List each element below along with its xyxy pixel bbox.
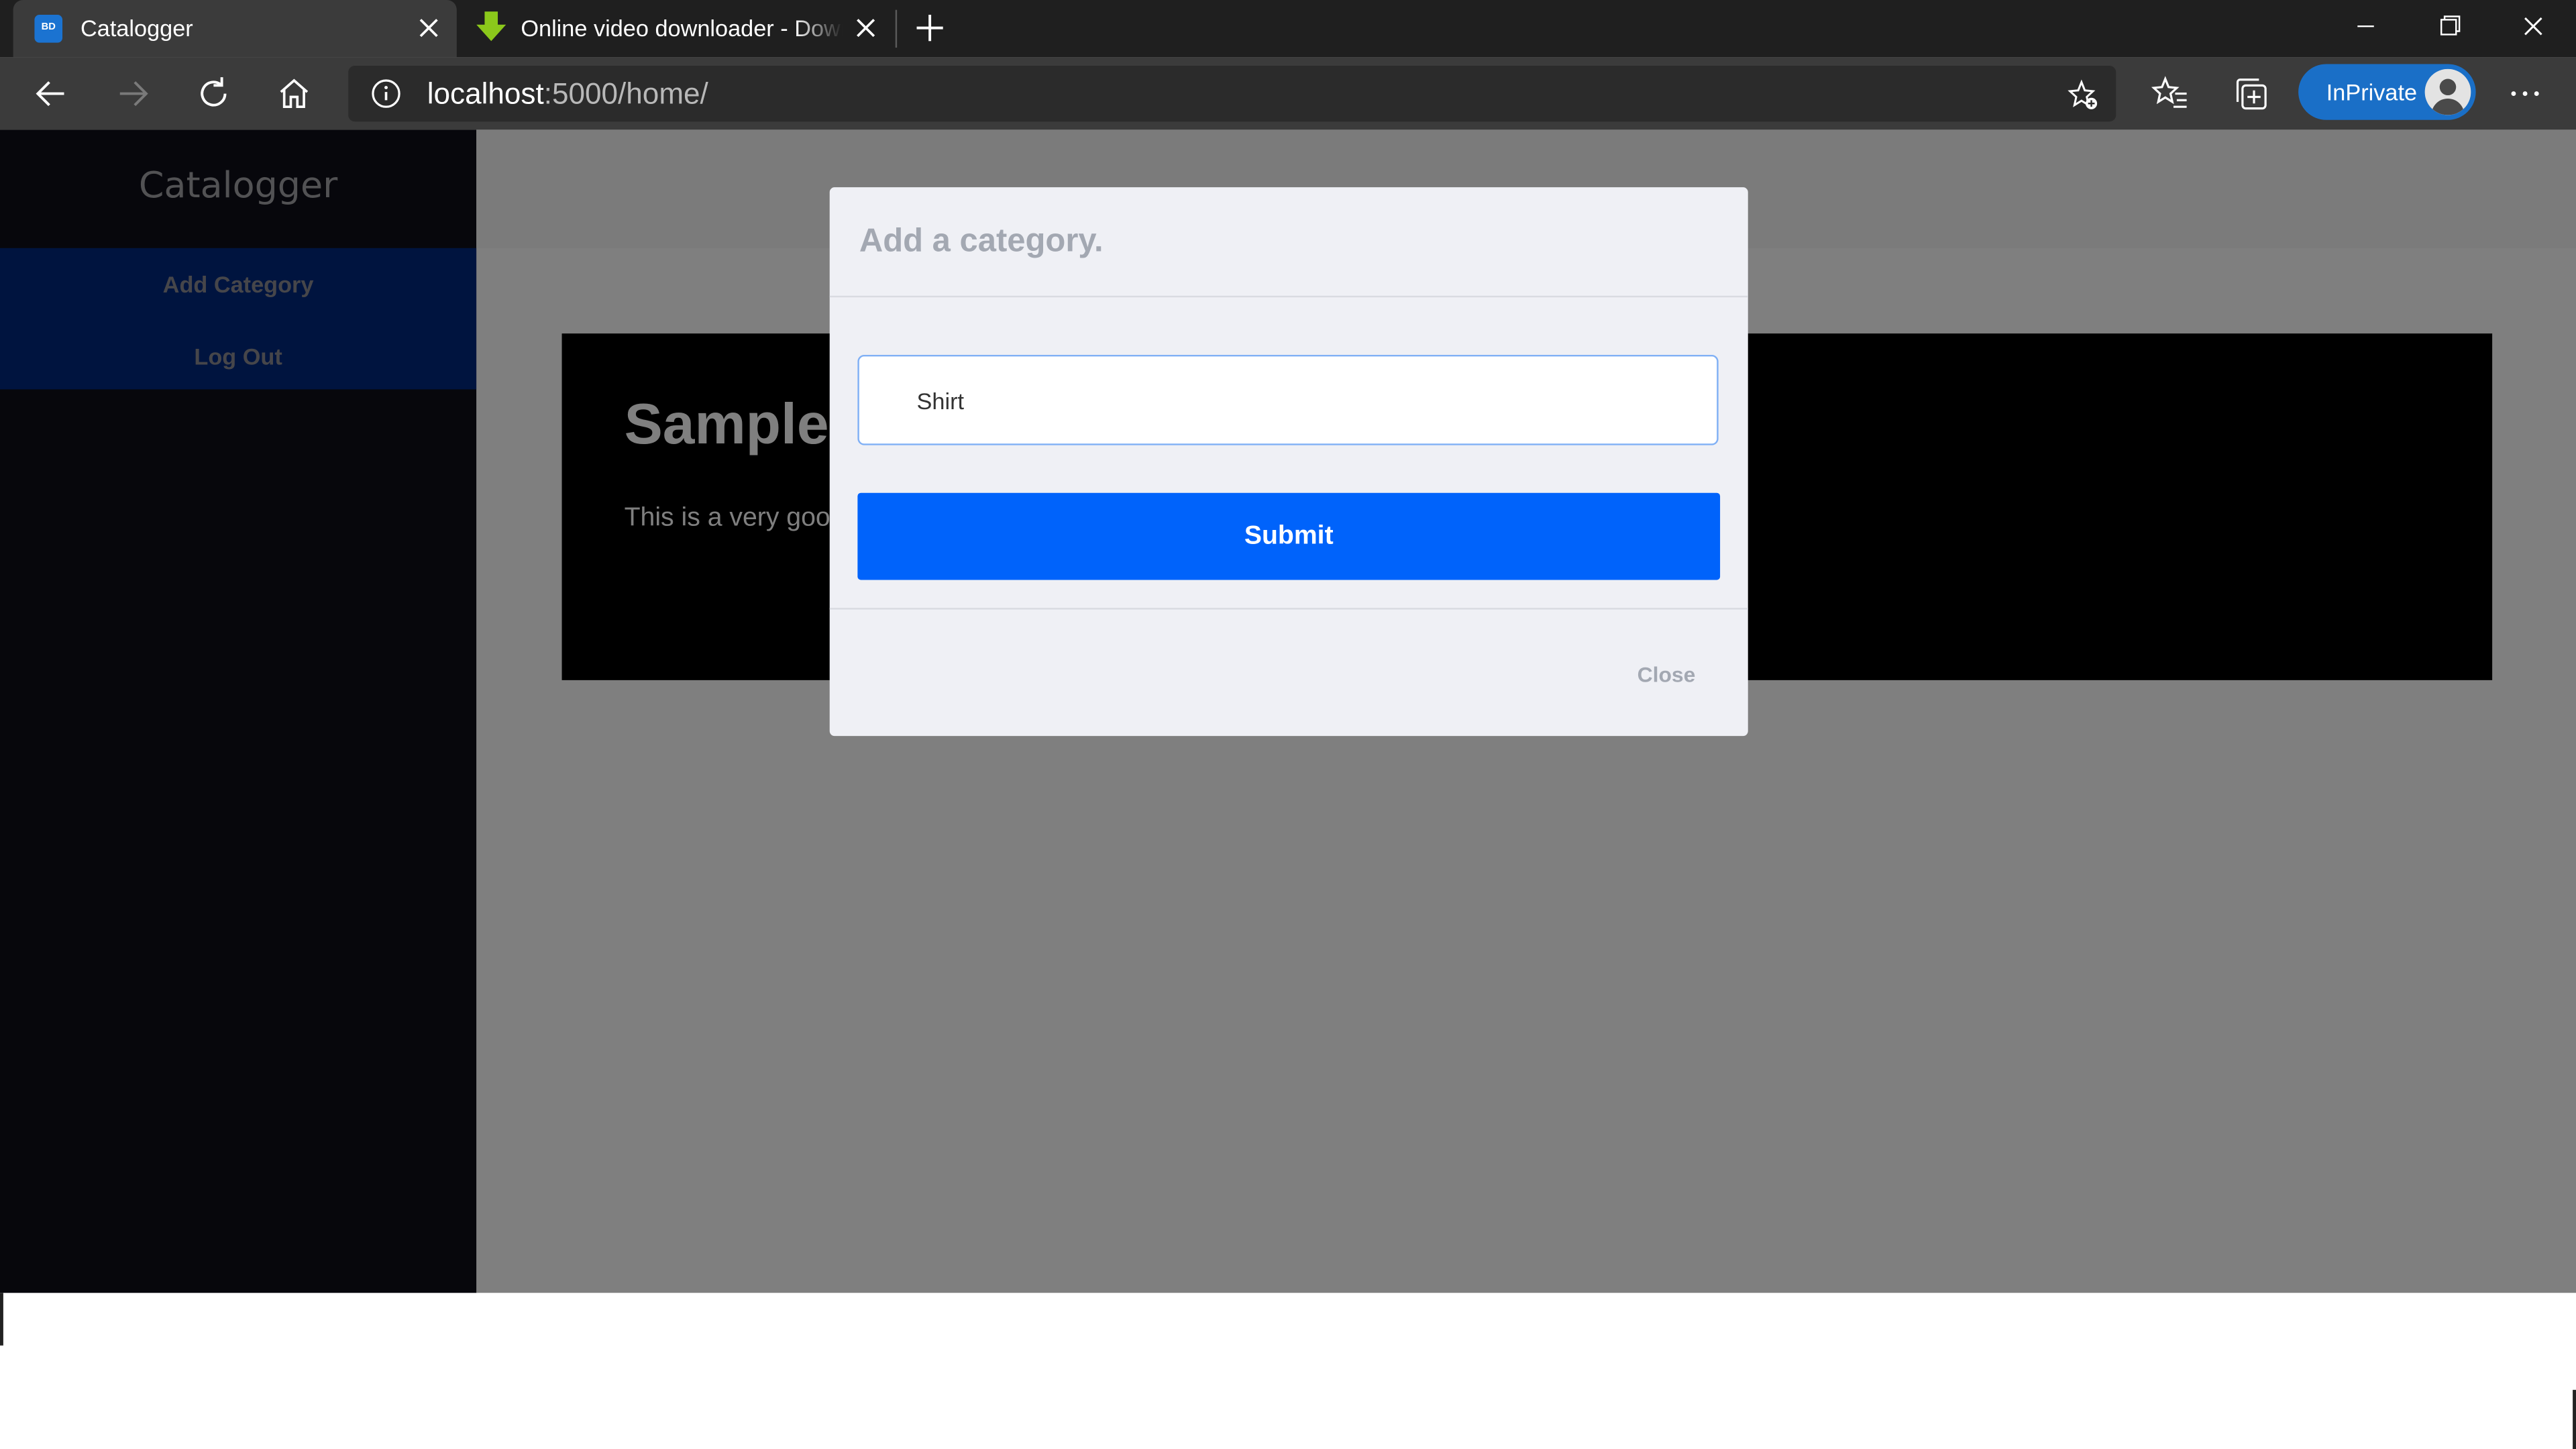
below-page-area	[0, 1293, 2576, 1449]
inprivate-label: InPrivate	[2326, 78, 2418, 105]
new-tab-plus-icon[interactable]	[914, 11, 947, 44]
url-host: localhost	[427, 77, 544, 111]
tab-title: Catalogger	[80, 15, 193, 42]
address-bar[interactable]: localhost:5000/home/	[348, 65, 2116, 122]
minimize-icon[interactable]	[2324, 0, 2406, 54]
download-arrow-icon	[476, 11, 506, 42]
catalogger-favicon-icon: BD	[34, 15, 63, 43]
back-arrow-icon[interactable]	[32, 74, 71, 113]
modal-title: Add a category.	[859, 223, 1104, 260]
url-path: :5000/home/	[543, 77, 708, 111]
forward-arrow-icon[interactable]	[113, 74, 153, 113]
close-tab-icon[interactable]	[851, 13, 881, 43]
url-text[interactable]: localhost:5000/home/	[427, 77, 708, 111]
tab-separator	[895, 9, 898, 48]
restore-icon[interactable]	[2408, 0, 2490, 54]
submit-button[interactable]: Submit	[857, 492, 1721, 580]
refresh-icon[interactable]	[194, 74, 233, 113]
edge-line-left	[0, 1293, 3, 1346]
collections-icon[interactable]	[2231, 74, 2271, 113]
close-tab-icon[interactable]	[414, 13, 443, 43]
inprivate-button[interactable]: InPrivate	[2298, 64, 2476, 120]
tab-video-downloader[interactable]: Online video downloader - Download	[457, 0, 894, 58]
tab-title: Online video downloader - Download	[521, 15, 843, 42]
profile-avatar-icon	[2424, 68, 2471, 115]
close-window-icon[interactable]	[2492, 0, 2574, 54]
edge-line-right	[2573, 1389, 2576, 1449]
home-icon[interactable]	[274, 74, 314, 113]
modal-footer-divider	[829, 608, 1748, 610]
close-button[interactable]: Close	[1638, 662, 1696, 687]
more-options-icon[interactable]	[2506, 74, 2545, 113]
add-category-modal: Add a category. Submit Close	[829, 187, 1748, 737]
tab-catalogger[interactable]: BD Catalogger	[13, 0, 457, 58]
add-favorite-star-icon[interactable]	[2067, 79, 2100, 112]
category-name-input[interactable]	[857, 354, 1719, 445]
site-info-icon[interactable]	[371, 79, 400, 109]
tab-strip: BD Catalogger Online video downloader - …	[0, 0, 2576, 58]
browser-toolbar: localhost:5000/home/ InPrivate	[0, 57, 2576, 130]
favorites-icon[interactable]	[2151, 74, 2190, 113]
modal-header-divider	[829, 295, 1748, 298]
